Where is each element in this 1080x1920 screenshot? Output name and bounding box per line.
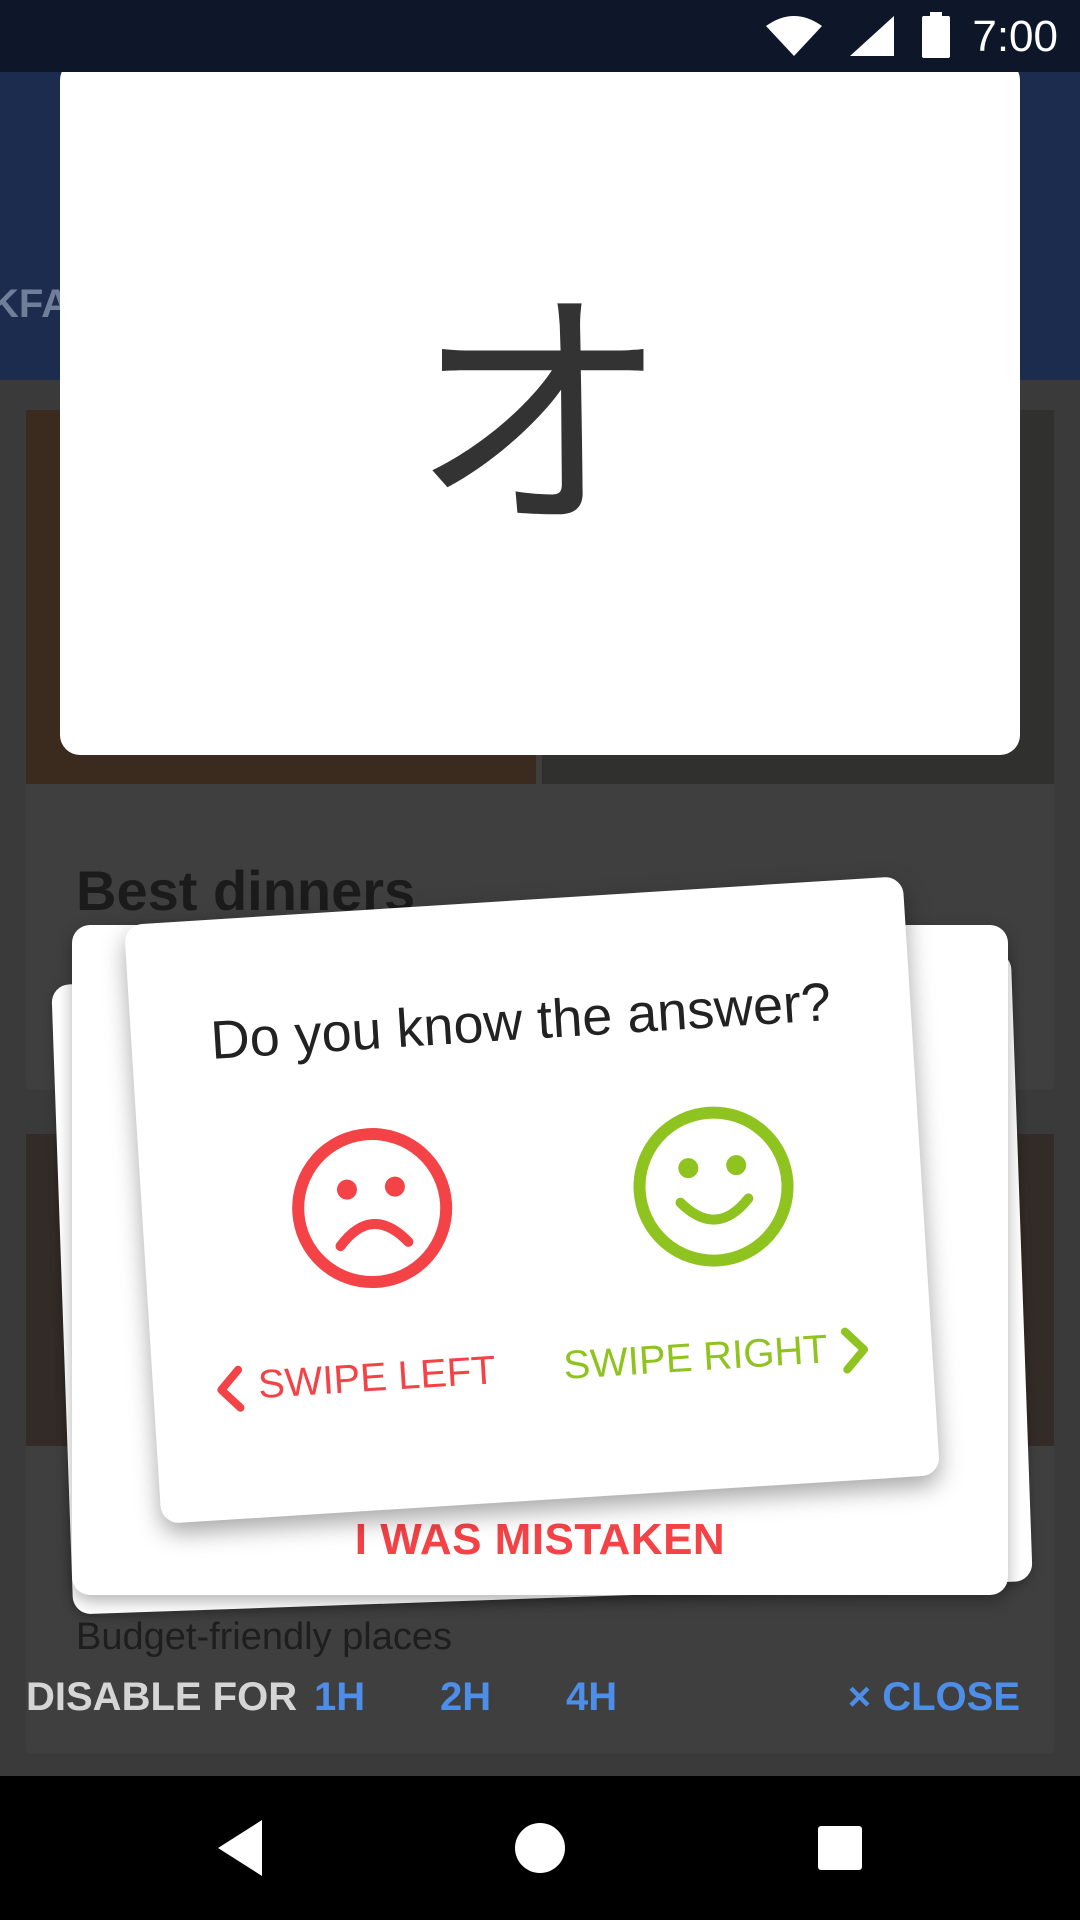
flashcard-character: オ — [410, 266, 670, 569]
status-time: 7:00 — [972, 12, 1058, 61]
disable-bar: DISABLE FOR 1H 2H 4H × CLOSE — [0, 1675, 1080, 1735]
disable-for-label: DISABLE FOR — [26, 1675, 298, 1719]
home-icon[interactable] — [500, 1808, 580, 1888]
wifi-icon — [766, 16, 822, 56]
battery-icon — [922, 12, 950, 58]
disable-2h-button[interactable]: 2H — [440, 1675, 491, 1720]
close-button[interactable]: × CLOSE — [848, 1675, 1020, 1720]
swipe-right-hint: SWIPE RIGHT — [562, 1324, 873, 1393]
flashcard[interactable]: オ — [60, 60, 1020, 755]
disable-4h-button[interactable]: 4H — [566, 1675, 617, 1720]
happy-face-icon[interactable] — [627, 1100, 801, 1274]
swipe-hints: SWIPE LEFT SWIPE RIGHT — [152, 1320, 935, 1439]
back-icon[interactable] — [200, 1808, 280, 1888]
swipe-right-label: SWIPE RIGHT — [562, 1327, 829, 1388]
status-bar: 7:00 — [0, 0, 1080, 72]
recents-icon[interactable] — [800, 1808, 880, 1888]
chevron-right-icon — [840, 1327, 869, 1374]
chevron-left-icon — [217, 1365, 245, 1412]
swipe-left-label: SWIPE LEFT — [256, 1348, 497, 1408]
background-card-subtitle: Budget-friendly places — [76, 1616, 452, 1658]
cell-signal-icon — [850, 16, 894, 56]
swipe-tutorial-card[interactable]: Do you know the answer? SWIPE LEFT SWIPE… — [123, 876, 941, 1524]
swipe-left-hint: SWIPE LEFT — [212, 1348, 498, 1416]
i-was-mistaken-button[interactable]: I WAS MISTAKEN — [72, 1515, 1008, 1565]
navigation-bar — [0, 1776, 1080, 1920]
sad-face-icon[interactable] — [285, 1121, 459, 1295]
question-text: Do you know the answer? — [208, 971, 833, 1071]
disable-1h-button[interactable]: 1H — [314, 1675, 365, 1720]
